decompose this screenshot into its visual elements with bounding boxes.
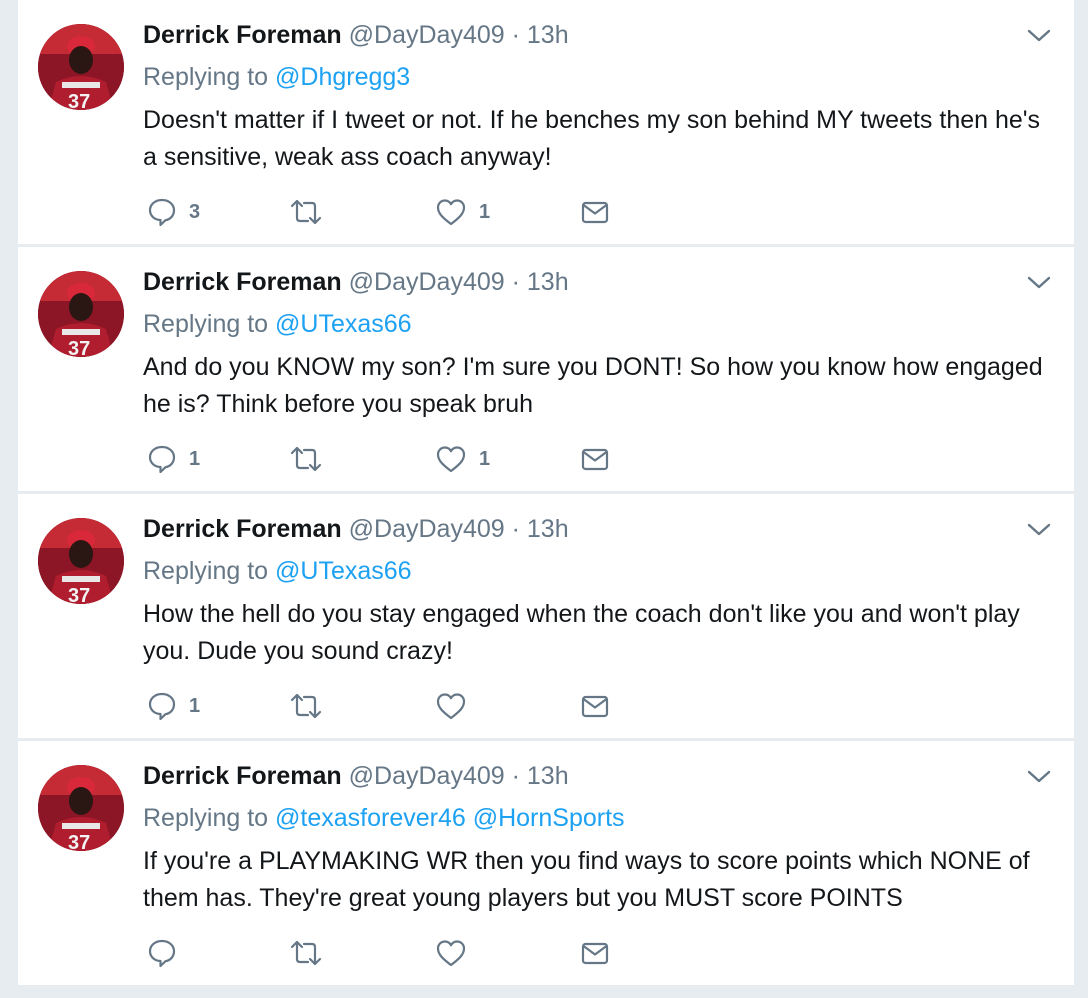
mention-link[interactable]: @texasforever46 @HornSports bbox=[275, 804, 625, 832]
reply-icon bbox=[147, 197, 177, 227]
like-button[interactable]: 1 bbox=[435, 196, 490, 228]
svg-text:37: 37 bbox=[68, 91, 90, 110]
author-handle[interactable]: @DayDay409 bbox=[349, 268, 505, 296]
chevron-down-icon[interactable] bbox=[1026, 520, 1052, 540]
reply-icon bbox=[147, 691, 177, 721]
tweet-text: If you're a PLAYMAKING WR then you find … bbox=[143, 847, 1030, 912]
timestamp[interactable]: 13h bbox=[527, 21, 569, 49]
tweet-text: And do you KNOW my son? I'm sure you DON… bbox=[143, 353, 1043, 418]
envelope-icon bbox=[580, 691, 610, 721]
replying-label: Replying to bbox=[143, 310, 269, 338]
author-handle[interactable]: @DayDay409 bbox=[349, 21, 505, 49]
like-button[interactable] bbox=[435, 690, 479, 722]
tweet-feed: 37 Derrick Foreman @DayDay409 · 13h Repl… bbox=[18, 0, 1074, 998]
like-count: 1 bbox=[479, 200, 491, 223]
author-name[interactable]: Derrick Foreman bbox=[143, 515, 342, 543]
mention-link[interactable]: @Dhgregg3 bbox=[275, 63, 410, 91]
like-button[interactable] bbox=[435, 937, 479, 969]
tweet[interactable]: 37 Derrick Foreman @DayDay409 · 13h Repl… bbox=[18, 0, 1074, 244]
tweet-text: Doesn't matter if I tweet or not. If he … bbox=[143, 106, 1041, 171]
heart-icon bbox=[435, 938, 467, 968]
direct-message-button[interactable] bbox=[580, 937, 610, 969]
direct-message-button[interactable] bbox=[580, 690, 610, 722]
retweet-button[interactable] bbox=[288, 443, 336, 475]
direct-message-button[interactable] bbox=[580, 196, 610, 228]
envelope-icon bbox=[580, 938, 610, 968]
reply-button[interactable]: 1 bbox=[147, 690, 200, 722]
tweet-header: Derrick Foreman @DayDay409 · 13h bbox=[143, 267, 569, 297]
tweet-actions: 1 1 bbox=[147, 443, 667, 475]
tweet-text: How the hell do you stay engaged when th… bbox=[143, 600, 1020, 665]
envelope-icon bbox=[580, 197, 610, 227]
tweet-actions: 3 1 bbox=[147, 196, 667, 228]
retweet-button[interactable] bbox=[288, 937, 336, 969]
tweet-header: Derrick Foreman @DayDay409 · 13h bbox=[143, 761, 569, 791]
replying-label: Replying to bbox=[143, 557, 269, 585]
avatar[interactable]: 37 bbox=[38, 518, 124, 604]
svg-text:37: 37 bbox=[68, 832, 90, 851]
replying-label: Replying to bbox=[143, 804, 269, 832]
heart-icon bbox=[435, 444, 467, 474]
reply-count: 1 bbox=[189, 447, 201, 470]
timestamp[interactable]: 13h bbox=[527, 268, 569, 296]
reply-icon bbox=[147, 444, 177, 474]
svg-text:37: 37 bbox=[68, 585, 90, 604]
mention-link[interactable]: @UTexas66 bbox=[275, 310, 412, 338]
reply-icon bbox=[147, 938, 177, 968]
reply-count: 1 bbox=[189, 694, 201, 717]
retweet-icon bbox=[288, 444, 324, 474]
direct-message-button[interactable] bbox=[580, 443, 610, 475]
envelope-icon bbox=[580, 444, 610, 474]
reply-count: 3 bbox=[189, 200, 201, 223]
avatar[interactable]: 37 bbox=[38, 765, 124, 851]
timestamp[interactable]: 13h bbox=[527, 762, 569, 790]
reply-button[interactable]: 1 bbox=[147, 443, 200, 475]
reply-context: Replying to @Dhgregg3 bbox=[143, 62, 410, 92]
separator: · bbox=[511, 21, 520, 49]
separator: · bbox=[511, 268, 520, 296]
tweet-header: Derrick Foreman @DayDay409 · 13h bbox=[143, 20, 569, 50]
separator: · bbox=[511, 762, 520, 790]
retweet-icon bbox=[288, 938, 324, 968]
author-name[interactable]: Derrick Foreman bbox=[143, 268, 342, 296]
like-count: 1 bbox=[479, 447, 491, 470]
mention-link[interactable]: @UTexas66 bbox=[275, 557, 412, 585]
tweet[interactable]: 37 Derrick Foreman @DayDay409 · 13h Repl… bbox=[18, 247, 1074, 491]
author-name[interactable]: Derrick Foreman bbox=[143, 762, 342, 790]
retweet-icon bbox=[288, 197, 324, 227]
reply-context: Replying to @UTexas66 bbox=[143, 556, 412, 586]
svg-text:37: 37 bbox=[68, 338, 90, 357]
like-button[interactable]: 1 bbox=[435, 443, 490, 475]
heart-icon bbox=[435, 691, 467, 721]
timestamp[interactable]: 13h bbox=[527, 515, 569, 543]
avatar[interactable]: 37 bbox=[38, 24, 124, 110]
retweet-icon bbox=[288, 691, 324, 721]
chevron-down-icon[interactable] bbox=[1026, 767, 1052, 787]
tweet-actions bbox=[147, 937, 667, 969]
author-handle[interactable]: @DayDay409 bbox=[349, 762, 505, 790]
reply-button[interactable] bbox=[147, 937, 189, 969]
reply-context: Replying to @texasforever46 @HornSports bbox=[143, 803, 625, 833]
heart-icon bbox=[435, 197, 467, 227]
retweet-button[interactable] bbox=[288, 690, 336, 722]
chevron-down-icon[interactable] bbox=[1026, 26, 1052, 46]
retweet-button[interactable] bbox=[288, 196, 336, 228]
tweet-actions: 1 bbox=[147, 690, 667, 722]
tweet[interactable]: 37 Derrick Foreman @DayDay409 · 13h Repl… bbox=[18, 741, 1074, 985]
avatar[interactable]: 37 bbox=[38, 271, 124, 357]
reply-button[interactable]: 3 bbox=[147, 196, 200, 228]
author-handle[interactable]: @DayDay409 bbox=[349, 515, 505, 543]
tweet[interactable]: 37 Derrick Foreman @DayDay409 · 13h Repl… bbox=[18, 494, 1074, 738]
chevron-down-icon[interactable] bbox=[1026, 273, 1052, 293]
replying-label: Replying to bbox=[143, 63, 269, 91]
reply-context: Replying to @UTexas66 bbox=[143, 309, 412, 339]
tweet-header: Derrick Foreman @DayDay409 · 13h bbox=[143, 514, 569, 544]
separator: · bbox=[511, 515, 520, 543]
author-name[interactable]: Derrick Foreman bbox=[143, 21, 342, 49]
